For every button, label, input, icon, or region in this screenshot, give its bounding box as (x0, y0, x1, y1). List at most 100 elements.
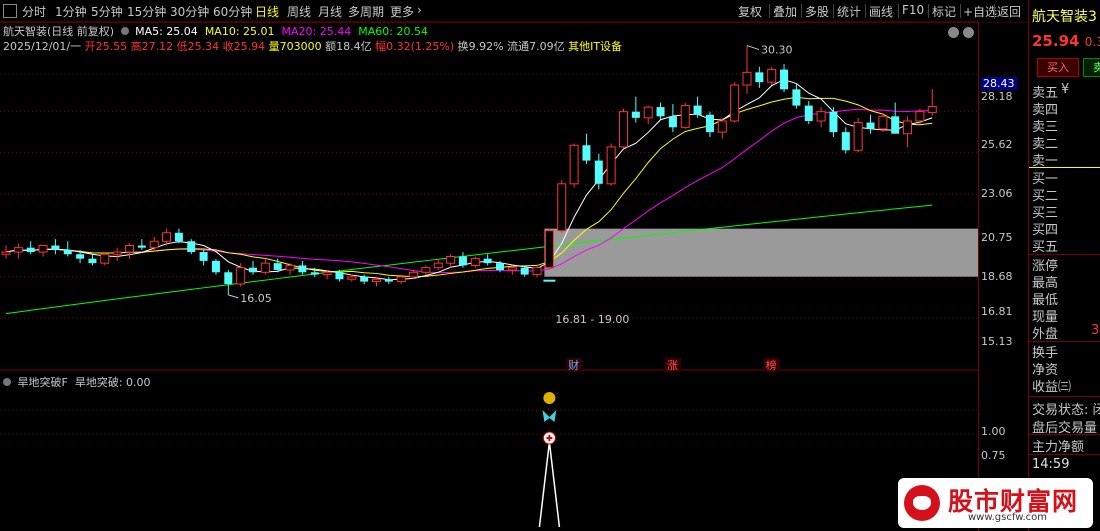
low-price-label: 16.05 (240, 292, 271, 305)
stat-label: 外盘 (1032, 327, 1059, 342)
candle-body-down (26, 247, 35, 253)
candle-body-down (693, 105, 702, 115)
candle-body-down (631, 111, 640, 118)
candle-body-down (199, 252, 208, 261)
candle-body-down (841, 132, 850, 151)
candle-body-up (285, 264, 295, 271)
candle-body-up (717, 120, 727, 133)
candle-body-up (730, 84, 740, 122)
candle-body-up (927, 105, 937, 113)
candle-body-up (643, 106, 653, 119)
high-price-label: 30.30 (761, 44, 793, 57)
candle-body-up (100, 253, 110, 264)
candle-body-down (458, 256, 467, 266)
candle-body-up (742, 71, 752, 86)
quote-code-fragment: 3 (1088, 9, 1097, 25)
indicator-tick: 1.00 (981, 425, 1006, 438)
indicator-tick: 0.75 (981, 449, 1006, 462)
candle-body-down (520, 267, 529, 275)
candle-body-up (878, 115, 888, 130)
stat-label: 收益㈢ (1032, 380, 1072, 395)
price-tick: 15.13 (981, 335, 1013, 348)
candle-body-down (384, 279, 393, 282)
candle-body-down (829, 111, 838, 133)
quote-price: 25.94 0.3 (1032, 32, 1100, 50)
low-mark-pointer (228, 294, 239, 299)
candle-body-up (149, 240, 159, 249)
candle-body-down (249, 267, 257, 273)
price-axis: 28.43 28.18 25.62 23.06 20.75 18.68 16.8… (978, 22, 1029, 531)
main-net-amount: 主力净额 (1032, 440, 1085, 455)
candle-body-down (174, 232, 183, 242)
candle-body-up (421, 267, 431, 273)
candle-body-down (705, 114, 714, 133)
price-tick: 28.18 (981, 90, 1013, 103)
candle-body-down (310, 272, 319, 275)
candle-body-down (582, 145, 591, 161)
candle-body-down (594, 160, 603, 184)
candle-body-down (187, 241, 196, 253)
candle-body-up (162, 232, 172, 242)
candle-body-up (409, 271, 419, 278)
divider (1029, 434, 1100, 435)
indicator-header: 旱地突破F 旱地突破: 0.00 (3, 374, 151, 390)
indicator-name[interactable]: 旱地突破F (18, 376, 68, 389)
candle-body-down (891, 116, 900, 134)
last-trade-time: 14:59 (1032, 457, 1070, 472)
candle-body-up (816, 111, 826, 122)
outer-volume-fragment: 34 (1091, 323, 1100, 338)
candle-body-up (1, 251, 11, 255)
zone-range-label: 16.81 - 19.00 (555, 313, 629, 326)
kline-chart[interactable]: 30.30 16.05 16.81 - 19.00 财 涨 榜 (0, 0, 978, 531)
candle-body-down (335, 272, 344, 280)
bid-level: 买五 (1032, 240, 1059, 255)
quote-name-text: 航天智装 (1032, 9, 1088, 25)
bull-logo-icon (904, 485, 940, 521)
candle-body-up (903, 120, 913, 135)
price-tick: 23.06 (981, 187, 1013, 200)
quote-change-fragment: 0.3 (1084, 35, 1100, 49)
candle-body-down (211, 260, 220, 273)
candle-body-up (236, 267, 246, 285)
candle-body-up (532, 267, 542, 276)
candle-body-down (792, 89, 801, 106)
candle-body-up (260, 262, 270, 273)
candle-body-down (137, 245, 146, 248)
divider (1029, 396, 1100, 397)
candle-body-up (853, 122, 863, 151)
candle-body-up (606, 146, 616, 185)
watermark-url: www.gscfw.com (968, 512, 1047, 523)
indicator-value: 旱地突破: 0.00 (74, 376, 151, 389)
sell-button[interactable]: 卖出 (1083, 58, 1100, 77)
price-tick: 18.68 (981, 270, 1013, 283)
indicator-settings-icon[interactable] (3, 378, 11, 386)
candle-body-down (76, 254, 85, 259)
candle-body-up (507, 267, 517, 271)
candle-body-down (866, 122, 875, 129)
candle-body-up (544, 230, 554, 269)
butterfly-icon (542, 410, 557, 422)
candle-body-up (38, 245, 48, 253)
candle-body-up (767, 69, 777, 83)
candle-body-down (88, 258, 97, 264)
candle-body-down (360, 276, 369, 282)
candle-body-down (755, 72, 764, 83)
tool-back-button[interactable]: 返回 (997, 3, 1021, 20)
candle-body-down (780, 69, 789, 90)
candle-body-down (668, 116, 677, 128)
candle-body-up (396, 276, 406, 283)
high-mark-pointer (746, 45, 760, 51)
candle-body-up (446, 255, 456, 264)
buy-button[interactable]: 买入 (1037, 58, 1079, 77)
candle-body-up (680, 105, 690, 128)
candle-body-down (224, 272, 233, 284)
quote-price-text: 25.94 (1032, 32, 1080, 50)
divider (1029, 454, 1100, 455)
quote-panel: 航天智装3 25.94 0.3 买入 卖出 卖五 ¥ 卖四 卖三 卖二 卖一 买… (1028, 0, 1100, 531)
candle-body-up (372, 278, 381, 283)
candle-body-down (51, 245, 60, 250)
candle-body-up (470, 258, 480, 266)
trade-status: 交易状态: 闭 (1032, 403, 1100, 418)
candle-body-up (322, 271, 332, 276)
candle-body-up (347, 276, 357, 280)
